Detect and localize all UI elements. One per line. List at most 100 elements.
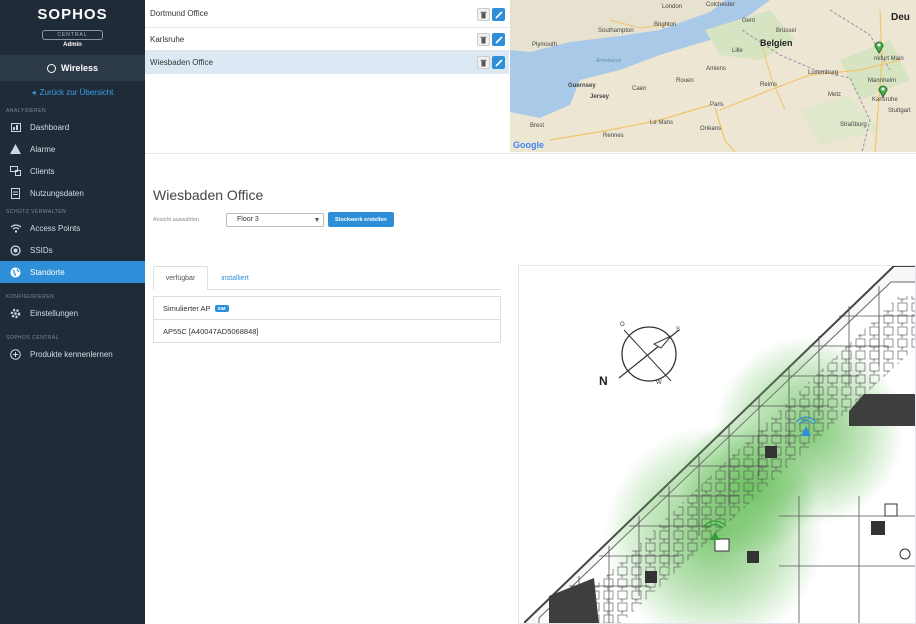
brand-sub: CENTRAL (42, 30, 103, 40)
list-item[interactable]: Dortmund Office (145, 0, 509, 28)
map-label-amiens: Amiens (706, 66, 727, 72)
map-pin-icon[interactable] (878, 84, 888, 98)
map-label-strasbourg: Straßburg (840, 122, 867, 128)
map-label-brussels: Brüssel (776, 28, 797, 34)
globe-icon (10, 267, 21, 278)
clients-icon (10, 166, 21, 177)
map-label-london: London (662, 4, 683, 10)
ssid-icon (10, 244, 21, 256)
brand-role: Admin (63, 42, 82, 48)
section-protect: SCHÜTZ VERWALTEN (6, 209, 67, 215)
map-pin-icon[interactable] (874, 40, 884, 54)
pencil-icon (494, 35, 503, 44)
sidebar-item-products[interactable]: Produkte kennenlernen (0, 343, 145, 365)
office-name: Karlsruhe (150, 34, 185, 44)
map-label-southampton: Southampton (598, 28, 634, 34)
map-label-brest: Brest (530, 123, 545, 129)
delete-button[interactable] (477, 56, 490, 69)
map-label-luxembourg: Luxemburg (808, 70, 839, 76)
map-label-channel: Ärmelkanal (596, 58, 622, 64)
delete-button[interactable] (477, 33, 490, 46)
map-label-le-mans: Le Mans (650, 120, 674, 126)
section-central: SOPHOS CENTRAL (6, 335, 60, 341)
map-label-stuttgart: Stuttgart (888, 108, 911, 114)
sidebar-item-dashboard[interactable]: Dashboard (0, 116, 145, 138)
sidebar: SOPHOS CENTRAL Admin Wireless ◂ Zurück z… (0, 0, 145, 624)
sidebar-item-usage[interactable]: Nutzungsdaten (0, 182, 145, 204)
sidebar-item-alarms[interactable]: Alarme (0, 138, 145, 160)
list-item[interactable]: Simulierter AP SIM (153, 296, 501, 320)
map-label-gent: Gent (742, 18, 756, 24)
trash-icon (480, 59, 487, 66)
brand-name: SOPHOS (37, 6, 108, 23)
floor-select[interactable]: Floor 3 (226, 212, 324, 227)
map-label-rennes: Rennes (603, 133, 624, 139)
office-name: Wiesbaden Office (150, 57, 213, 67)
sidebar-item-label: Einstellungen (30, 308, 79, 318)
floor-plan-drawing (524, 266, 915, 623)
dashboard-icon (10, 122, 21, 133)
list-item[interactable]: AP55C [A40047AD5068848] (153, 319, 501, 343)
sim-badge: SIM (214, 304, 229, 312)
compass-north: N (599, 374, 608, 388)
compass-rose (618, 326, 680, 382)
list-item[interactable]: Karlsruhe (145, 28, 509, 51)
chevron-down-icon (315, 217, 319, 222)
floor-selector-row: Ansicht auswählen Floor 3 Stockwerk erst… (153, 212, 394, 227)
wifi-icon (10, 223, 21, 234)
brand-logo[interactable]: SOPHOS CENTRAL Admin (0, 0, 145, 52)
floor-select-value: Floor 3 (237, 216, 259, 223)
location-map[interactable]: Deu Belgien Luxemburg London Brighton So… (510, 0, 916, 152)
product-label: Wireless (61, 63, 98, 73)
trash-icon (480, 11, 487, 18)
create-floor-button[interactable]: Stockwerk erstellen (328, 212, 394, 227)
edit-button[interactable] (492, 56, 505, 69)
gear-icon (10, 308, 21, 319)
pencil-icon (494, 58, 503, 67)
back-link-label: Zurück zur Übersicht (39, 87, 114, 97)
ap-name: AP55C [A40047AD5068848] (163, 326, 259, 336)
pencil-icon (494, 10, 503, 19)
office-name: Dortmund Office (150, 9, 209, 18)
ap-list: Simulierter AP SIM AP55C [A40047AD506884… (153, 296, 501, 343)
map-label-jersey: Jersey (590, 94, 610, 100)
sidebar-item-locations[interactable]: Standorte (0, 261, 145, 283)
page-title: Wiesbaden Office (153, 187, 264, 203)
map-label-colchester: Colchester (706, 2, 735, 8)
sidebar-item-settings[interactable]: Einstellungen (0, 302, 145, 324)
document-icon (10, 187, 21, 199)
compass-south: S (676, 327, 681, 333)
compass-east: O (620, 322, 625, 328)
sidebar-item-clients[interactable]: Clients (0, 160, 145, 182)
sidebar-item-label: Produkte kennenlernen (30, 349, 113, 359)
map-label-reims: Reims (760, 82, 778, 88)
floor-plan[interactable]: N O S W (518, 265, 916, 624)
section-divider (145, 153, 916, 154)
map-label-belgium: Belgien (760, 38, 793, 48)
section-configure: KONFIGURIEREN (6, 294, 55, 300)
map-label-germany: Deu (891, 12, 910, 23)
trash-icon (480, 36, 487, 43)
map-label-caen: Caen (632, 86, 647, 92)
office-list: Dortmund Office Karlsruhe Wiesbaden Offi… (145, 0, 509, 74)
list-item[interactable]: Wiesbaden Office (145, 51, 509, 74)
map-label-paris: Paris (710, 102, 724, 108)
edit-button[interactable] (492, 8, 505, 21)
sidebar-item-label: SSIDs (30, 245, 53, 255)
sidebar-item-ssids[interactable]: SSIDs (0, 239, 145, 261)
google-logo: Google (513, 140, 544, 150)
delete-button[interactable] (477, 8, 490, 21)
map-label-plymouth: Plymouth (532, 42, 558, 48)
tab-available[interactable]: verfügbar (153, 266, 208, 290)
wireless-icon (47, 63, 57, 73)
map-label-rouen: Rouen (676, 78, 694, 84)
ap-tabs: verfügbar installiert (153, 266, 501, 290)
map-label-frankfurt: nkfurt Main (874, 56, 904, 62)
edit-button[interactable] (492, 33, 505, 46)
sidebar-item-label: Dashboard (30, 122, 70, 132)
back-link[interactable]: ◂ Zurück zur Übersicht (0, 81, 145, 103)
product-header: Wireless (0, 55, 145, 81)
sidebar-item-access-points[interactable]: Access Points (0, 217, 145, 239)
tab-installed[interactable]: installiert (213, 266, 257, 290)
view-select-label: Ansicht auswählen (153, 216, 199, 223)
